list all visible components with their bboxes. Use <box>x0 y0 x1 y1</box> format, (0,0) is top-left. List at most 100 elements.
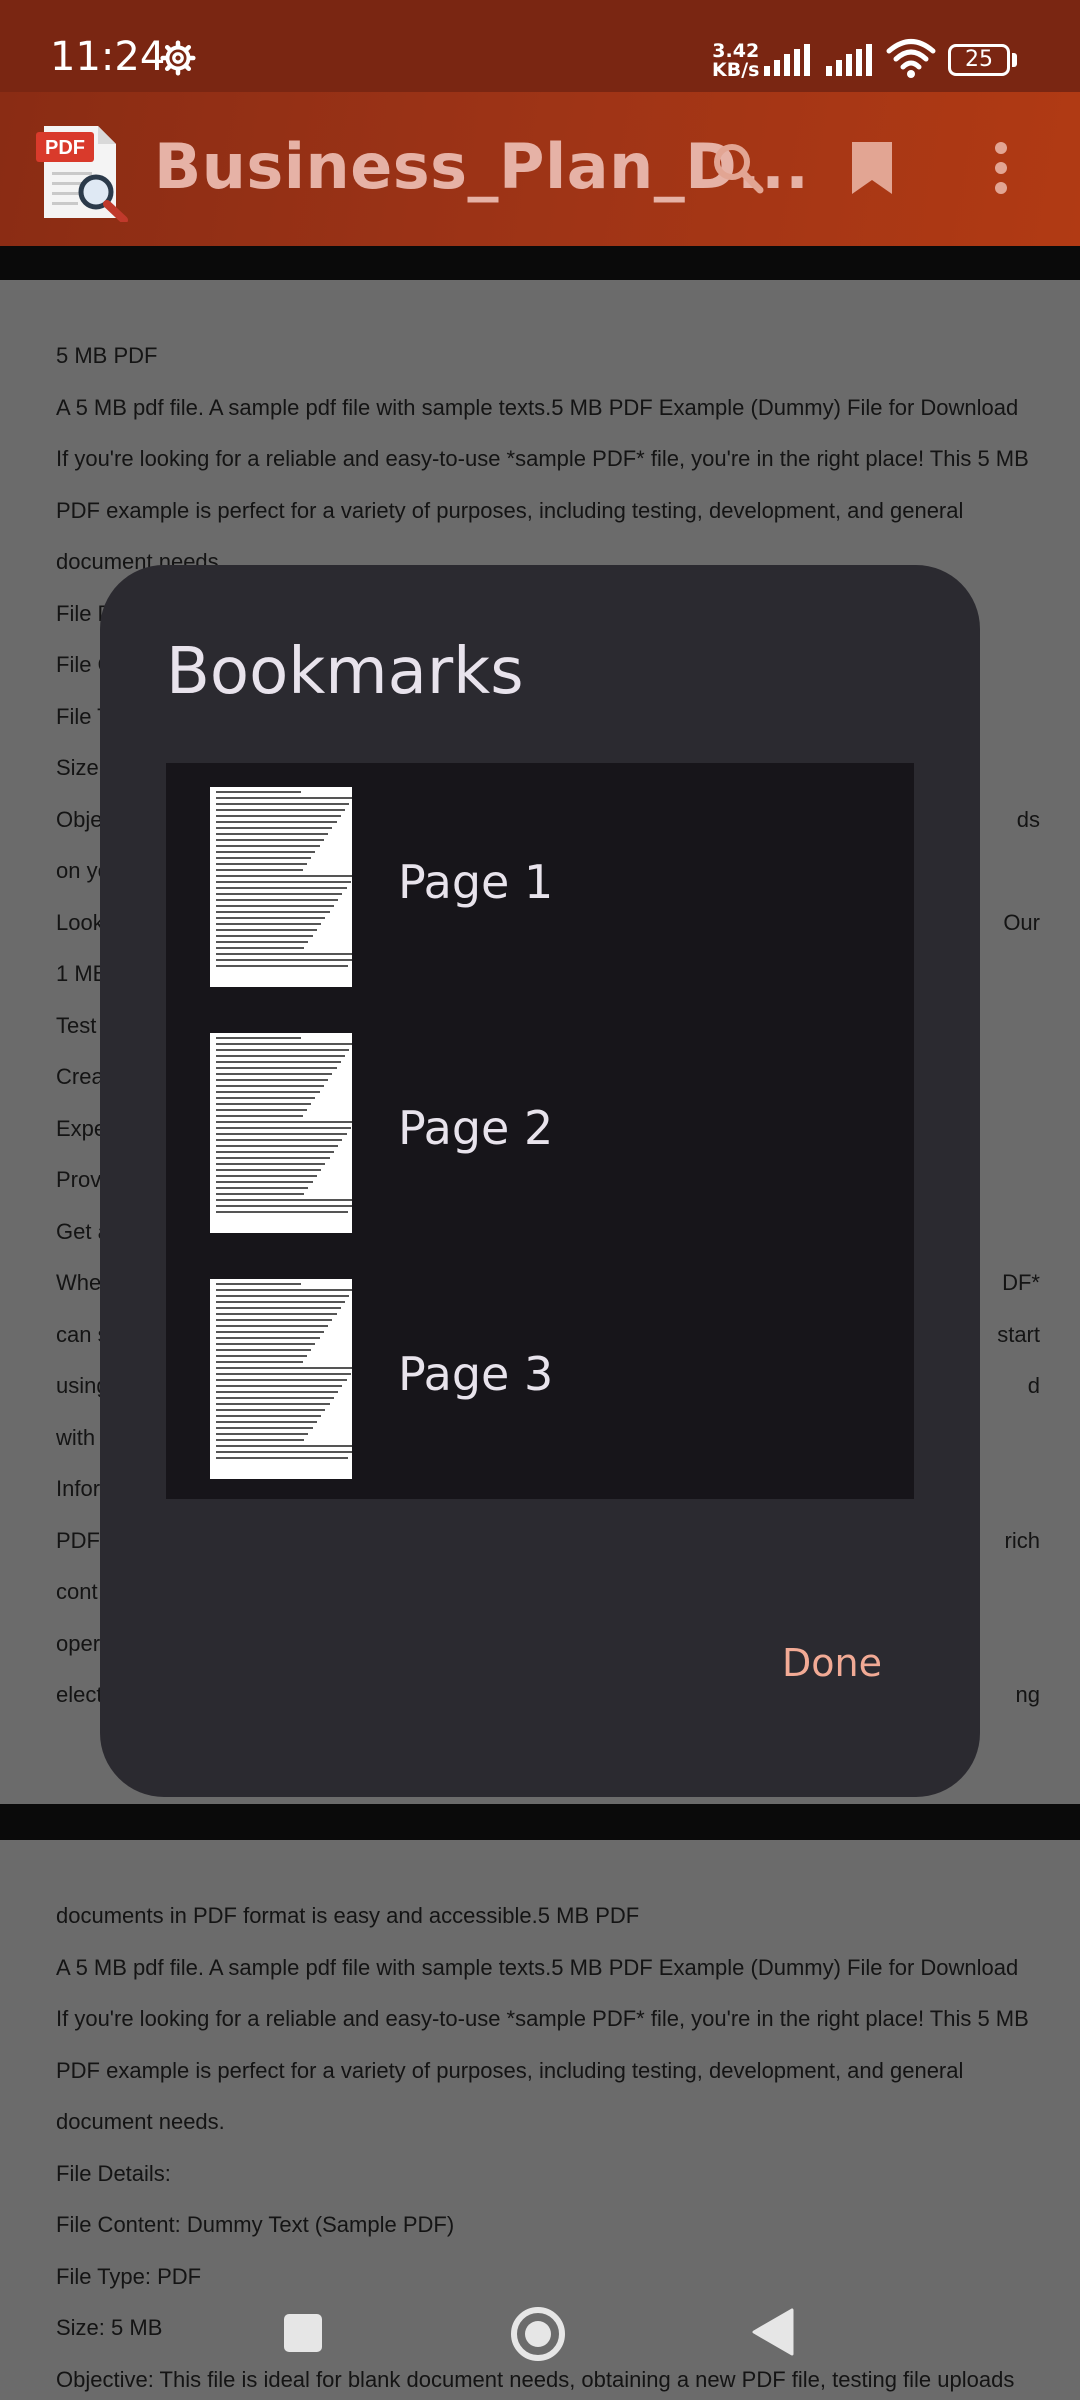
logo-text: PDF <box>45 137 85 159</box>
thumbnail-text-line <box>216 1067 337 1069</box>
thumbnail-text-line <box>216 857 312 859</box>
thumbnail-text-line <box>216 797 352 799</box>
pdf-text-line: File Details: <box>56 2160 171 2186</box>
bookmark-label: Page 2 <box>398 1101 554 1155</box>
pdf-text-fragment: ng <box>1015 1682 1040 1707</box>
pdf-text-line: 5 MB PDF <box>56 343 158 368</box>
thumbnail-text-line <box>216 1331 324 1333</box>
bookmark-label: Page 1 <box>398 855 554 909</box>
bookmark-item[interactable]: Page 3 <box>166 1255 914 1501</box>
thumbnail-text-line <box>216 1421 317 1423</box>
thumbnail-text-line <box>216 839 324 841</box>
thumbnail-text-line <box>216 881 351 883</box>
pdf-text-line: PDF example is perfect for a variety of … <box>56 497 964 523</box>
pdf-text-line: Obje <box>56 806 103 832</box>
thumbnail-text-line <box>216 1055 346 1057</box>
thumbnail-text-line <box>216 869 303 871</box>
thumbnail-text-line <box>216 1121 352 1123</box>
thumbnail-text-line <box>216 1157 330 1159</box>
thumbnail-text-line <box>216 1403 330 1405</box>
pdf-text-line: Objective: This file is ideal for blank … <box>56 2366 1015 2392</box>
pdf-text-fragment: Our <box>1003 909 1040 935</box>
thumbnail-text-line <box>216 863 307 865</box>
thumbnail-text-line <box>216 1049 350 1051</box>
thumbnail-text-line <box>216 947 305 949</box>
bookmark-list[interactable]: Page 1 Page 2 Page 3 <box>166 763 914 1499</box>
thumbnail-text-line <box>216 1397 334 1399</box>
thumbnail-text-line <box>216 1319 333 1321</box>
pdf-text-fragment: rich <box>1004 1527 1040 1553</box>
bookmark-item[interactable]: Page 1 <box>166 763 914 1009</box>
bookmarks-dialog: Bookmarks Page 1 Page 2 Page 3 Done <box>100 565 980 1797</box>
thumbnail-text-line <box>216 1307 341 1309</box>
thumbnail-text-line <box>216 1073 333 1075</box>
back-icon[interactable] <box>752 2308 794 2356</box>
thumbnail-text-line <box>216 875 352 877</box>
thumbnail-text-line <box>216 1379 347 1381</box>
pdf-text-line: A 5 MB pdf file. A sample pdf file with … <box>56 394 1019 420</box>
thumbnail-text-line <box>216 911 330 913</box>
bookmark-icon[interactable] <box>850 140 894 196</box>
signal-icon <box>764 44 810 76</box>
pdf-text-line: Prov <box>56 1167 102 1192</box>
thumbnail-text-line <box>216 1301 346 1303</box>
thumbnail-text-line <box>216 1451 352 1453</box>
search-icon[interactable] <box>710 140 766 196</box>
pdf-text-line: cont <box>56 1579 98 1604</box>
app-bar: PDF Business_Plan_D... <box>0 92 1080 246</box>
gear-icon <box>160 40 196 76</box>
network-speed: 3.42 KB/s <box>712 42 759 80</box>
thumbnail-text-line <box>216 905 334 907</box>
thumbnail-text-line <box>216 1385 343 1387</box>
thumbnail-text-line <box>216 1181 313 1183</box>
pdf-search-logo-icon: PDF <box>36 126 128 222</box>
battery-icon: 25 <box>948 44 1010 76</box>
pdf-text-line: PDF example is perfect for a variety of … <box>56 2057 964 2083</box>
pdf-text-line: Test <box>56 1012 97 1038</box>
thumbnail-text-line <box>216 1457 349 1459</box>
thumbnail-text-line <box>216 1061 341 1063</box>
home-icon[interactable] <box>510 2306 566 2362</box>
pdf-text-fragment: start <box>997 1321 1040 1347</box>
thumbnail-text-line <box>216 1133 347 1135</box>
pdf-text-line: PDF <box>56 1527 100 1553</box>
pdf-text-line: File Content: Dummy Text (Sample PDF) <box>56 2212 455 2237</box>
thumbnail-text-line <box>216 1445 352 1447</box>
status-bar: 11:24 3.42 KB/s 25 <box>0 0 1080 92</box>
thumbnail-text-line <box>216 827 333 829</box>
thumbnail-text-line <box>216 1199 352 1201</box>
thumbnail-text-line <box>216 1097 316 1099</box>
thumbnail-text-line <box>216 1139 343 1141</box>
page-thumbnail <box>210 1033 352 1233</box>
thumbnail-text-line <box>216 1091 320 1093</box>
thumbnail-text-line <box>216 1193 305 1195</box>
recents-icon[interactable] <box>284 2314 322 2352</box>
pdf-text-line: Look <box>56 909 104 935</box>
thumbnail-text-line <box>216 935 313 937</box>
wifi-icon <box>886 39 936 78</box>
thumbnail-text-line <box>216 1325 329 1327</box>
thumbnail-text-line <box>216 887 347 889</box>
thumbnail-text-line <box>216 791 302 793</box>
done-button[interactable]: Done <box>782 1641 882 1685</box>
thumbnail-text-line <box>216 1415 322 1417</box>
thumbnail-text-line <box>216 1145 339 1147</box>
thumbnail-text-line <box>216 1433 309 1435</box>
thumbnail-text-line <box>216 803 350 805</box>
thumbnail-text-line <box>216 941 309 943</box>
thumbnail-text-line <box>216 1187 309 1189</box>
thumbnail-text-line <box>216 1109 307 1111</box>
thumbnail-text-line <box>216 923 322 925</box>
thumbnail-text-line <box>216 917 326 919</box>
bookmark-item[interactable]: Page 2 <box>166 1009 914 1255</box>
pdf-text-line: Size <box>56 755 99 780</box>
pdf-text-line: If you're looking for a reliable and eas… <box>56 2006 1029 2031</box>
thumbnail-text-line <box>216 1211 349 1213</box>
thumbnail-text-line <box>216 1295 350 1297</box>
thumbnail-text-line <box>216 845 320 847</box>
network-speed-unit: KB/s <box>712 59 760 81</box>
bookmark-label: Page 3 <box>398 1347 554 1401</box>
more-vert-icon[interactable] <box>992 140 1010 196</box>
signal-icon <box>826 44 872 76</box>
thumbnail-text-line <box>216 1103 312 1105</box>
